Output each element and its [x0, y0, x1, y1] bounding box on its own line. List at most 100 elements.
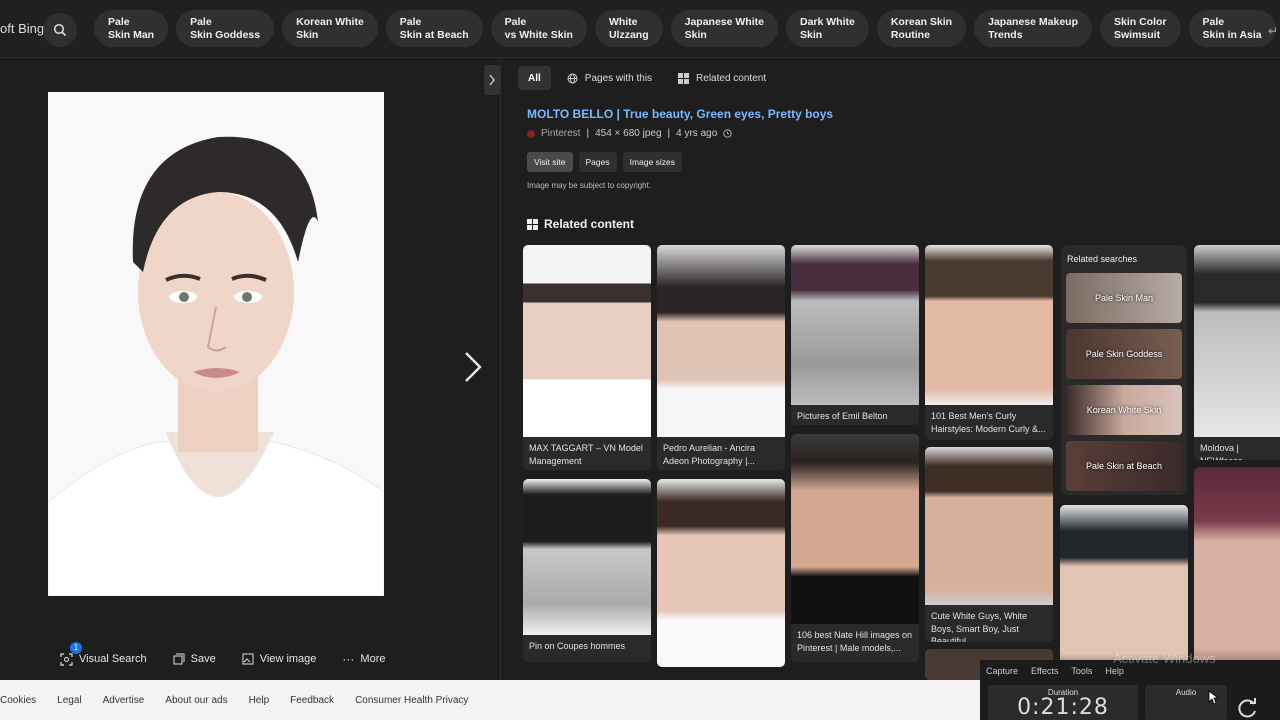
page-footer: Cookies Legal Advertise About our ads He…	[0, 680, 980, 720]
footer-link-advertise[interactable]: Advertise	[103, 695, 145, 706]
meta-separator: |	[586, 128, 590, 139]
main-image[interactable]	[48, 92, 384, 596]
related-content-heading: Related content	[527, 217, 634, 231]
page-title-link[interactable]: MOLTO BELLO | True beauty, Green eyes, P…	[527, 107, 833, 121]
related-search-pale-skin-man[interactable]: Pale Skin Man	[1066, 273, 1182, 323]
brand-logo[interactable]: oft Bing	[0, 21, 44, 36]
chip-pale-skin-in-asia[interactable]: Pale Skin in Asia	[1188, 10, 1276, 47]
related-card[interactable]: Pin on Coupes hommes	[523, 479, 651, 662]
menu-help[interactable]: Help	[1105, 666, 1124, 676]
more-label: More	[360, 653, 386, 665]
chip-dark-white-skin[interactable]: Dark White Skin	[785, 10, 869, 47]
view-image-button[interactable]: View image	[242, 652, 317, 666]
more-dots-icon: ···	[342, 652, 355, 666]
footer-link-about-ads[interactable]: About our ads	[165, 695, 227, 706]
search-button[interactable]	[43, 13, 77, 47]
details-panel: All Pages with this Related content MOLT…	[501, 58, 1280, 680]
related-thumbnail	[657, 245, 785, 437]
related-search-chips: Pale Skin Man Pale Skin Goddess Korean Whi…	[94, 10, 1276, 47]
save-button[interactable]: Save	[173, 652, 216, 666]
chip-pale-skin-goddess[interactable]: Pale Skin Goddess	[176, 10, 275, 47]
menu-tools[interactable]: Tools	[1071, 666, 1092, 676]
related-card[interactable]: Pedro Aurelian - Ancira Adeon Photograph…	[657, 245, 785, 470]
related-thumbnail	[791, 434, 919, 624]
chip-pale-skin-man[interactable]: Pale Skin Man	[94, 10, 169, 47]
tab-related-content[interactable]: Related content	[668, 66, 776, 90]
visit-site-button[interactable]: Visit site	[527, 152, 573, 172]
footer-link-help[interactable]: Help	[249, 695, 270, 706]
view-image-label: View image	[259, 653, 317, 665]
grid-icon	[678, 72, 690, 84]
related-searches-heading: Related searches	[1067, 254, 1138, 264]
meta-separator: |	[667, 128, 671, 139]
related-caption: Cute White Guys, White Boys, Smart Boy, …	[931, 611, 1028, 642]
related-caption: 106 best Nate Hill images on Pinterest |…	[797, 630, 913, 653]
save-label: Save	[190, 653, 216, 665]
duration-value: 0:21:28	[1017, 695, 1109, 720]
related-thumbnail	[1194, 245, 1280, 437]
chip-japanese-makeup-trends[interactable]: Japanese Makeup Trends	[974, 10, 1092, 47]
chip-pale-vs-white-skin[interactable]: Pale vs White Skin	[490, 10, 587, 47]
notification-badge: 1	[70, 642, 82, 654]
chip-korean-white-skin[interactable]: Korean White Skin	[282, 10, 378, 47]
chip-white-ulzzang[interactable]: White Ulzzang	[594, 10, 663, 47]
related-search-pale-skin-at-beach[interactable]: Pale Skin at Beach	[1066, 441, 1182, 491]
related-card[interactable]	[657, 479, 785, 667]
refresh-icon[interactable]	[1236, 698, 1260, 720]
activate-windows-watermark: Activate Windows	[1113, 651, 1216, 666]
image-age: 4 yrs ago	[676, 128, 718, 139]
capture-menu: Capture Effects Tools Help	[986, 666, 1124, 676]
screen-capture-toolbar: Capture Effects Tools Help Duration 0:21…	[980, 660, 1280, 720]
chip-pale-skin-at-beach[interactable]: Pale Skin at Beach	[385, 10, 483, 47]
image-sizes-button[interactable]: Image sizes	[622, 152, 682, 172]
related-search-pale-skin-goddess[interactable]: Pale Skin Goddess	[1066, 329, 1182, 379]
more-button[interactable]: ··· More	[342, 652, 385, 666]
visual-search-button[interactable]: 1 Visual Search	[60, 642, 147, 666]
footer-link-consumer-health-privacy[interactable]: Consumer Health Privacy	[355, 695, 468, 706]
source-name[interactable]: Pinterest	[541, 128, 580, 139]
image-actions: 1 Visual Search Save View image ··· More	[60, 642, 411, 666]
menu-effects[interactable]: Effects	[1031, 666, 1058, 676]
related-card[interactable]: Pictures of Emil Belton	[791, 245, 919, 425]
menu-capture[interactable]: Capture	[986, 666, 1018, 676]
image-dimensions: 454 × 680 jpeg	[595, 128, 662, 139]
related-searches-panel: Related searches Pale Skin Man Pale Skin…	[1061, 245, 1187, 495]
related-card[interactable]: 101 Best Men's Curly Hairstyles: Modern …	[925, 245, 1053, 440]
related-search-korean-white-skin[interactable]: Korean White Skin	[1066, 385, 1182, 435]
scroll-right-icon[interactable]: ↵	[1268, 24, 1278, 38]
collapse-panel-button[interactable]	[484, 65, 500, 95]
next-image-button[interactable]	[462, 350, 484, 389]
related-caption: Pictures of Emil Belton	[797, 411, 888, 421]
duration-panel: Duration 0:21:28	[988, 685, 1138, 720]
details-tabs: All Pages with this Related content	[518, 66, 776, 90]
related-caption: Pin on Coupes hommes	[529, 641, 626, 651]
footer-link-legal[interactable]: Legal	[57, 695, 81, 706]
image-viewer: 1 Visual Search Save View image ··· More	[0, 58, 500, 680]
tab-pages-with-this[interactable]: Pages with this	[557, 66, 662, 90]
related-card[interactable]	[1194, 467, 1280, 680]
search-icon	[53, 23, 67, 37]
visual-search-label: Visual Search	[79, 653, 147, 665]
grid-icon	[527, 218, 538, 230]
footer-link-cookies[interactable]: Cookies	[0, 695, 36, 706]
chevron-right-icon	[489, 74, 495, 86]
chip-skin-color-swimsuit[interactable]: Skin Color Swimsuit	[1100, 10, 1181, 47]
tab-all[interactable]: All	[518, 66, 551, 90]
chip-korean-skin-routine[interactable]: Korean Skin Routine	[876, 10, 967, 47]
view-image-icon	[242, 653, 254, 665]
portrait-illustration	[48, 92, 384, 596]
related-caption: MAX TAGGART – VN Model Management	[529, 443, 643, 466]
footer-link-feedback[interactable]: Feedback	[290, 695, 334, 706]
related-card[interactable]: MAX TAGGART – VN Model Management	[523, 245, 651, 470]
related-card[interactable]: Moldova | NEWfaces	[1194, 245, 1280, 460]
related-card[interactable]: Cute White Guys, White Boys, Smart Boy, …	[925, 447, 1053, 642]
related-thumbnail	[925, 447, 1053, 605]
image-action-buttons: Visit site Pages Image sizes	[527, 152, 682, 172]
related-thumbnail	[1194, 467, 1280, 680]
related-thumbnail	[523, 245, 651, 437]
pages-button[interactable]: Pages	[578, 152, 617, 172]
related-thumbnail	[523, 479, 651, 635]
related-card[interactable]: 106 best Nate Hill images on Pinterest |…	[791, 434, 919, 662]
related-caption: Moldova | NEWfaces	[1200, 443, 1243, 460]
chip-japanese-white-skin[interactable]: Japanese White Skin	[670, 10, 778, 47]
